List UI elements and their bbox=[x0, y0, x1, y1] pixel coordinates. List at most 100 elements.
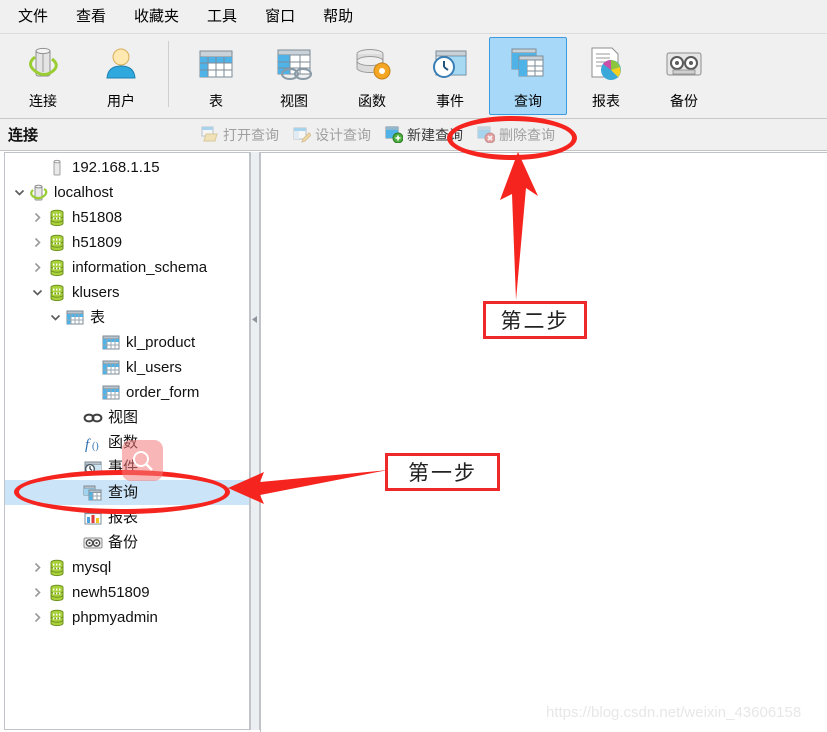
toolbar-button-table[interactable]: 表 bbox=[177, 37, 255, 115]
tree-node-label: 表 bbox=[90, 308, 106, 326]
toolbar-button-connection[interactable]: 连接 bbox=[4, 37, 82, 115]
tree-node[interactable]: information_schema bbox=[5, 255, 249, 280]
chevron-right-icon[interactable] bbox=[29, 210, 45, 226]
tree-node[interactable]: newh51809 bbox=[5, 580, 249, 605]
new-query-icon bbox=[385, 126, 404, 143]
chevron-right-icon[interactable] bbox=[29, 585, 45, 601]
database-icon bbox=[47, 584, 67, 602]
toolbar-label: 报表 bbox=[592, 93, 620, 109]
toolbar-button-event[interactable]: 事件 bbox=[411, 37, 489, 115]
toolbar-label: 备份 bbox=[670, 93, 698, 109]
tree-node[interactable]: 视图 bbox=[5, 405, 249, 430]
sub-toolbar: 连接 打开查询 设计查询 新建查询 删除查询 bbox=[0, 119, 827, 151]
tree-node-label: h51809 bbox=[72, 233, 123, 251]
search-icon bbox=[132, 450, 153, 471]
user-icon bbox=[100, 45, 142, 85]
database-icon bbox=[47, 609, 67, 627]
toolbar-label: 表 bbox=[209, 93, 223, 109]
tree-node[interactable]: h51809 bbox=[5, 230, 249, 255]
toolbar-button-function[interactable]: 函数 bbox=[333, 37, 411, 115]
toolbar-button-view[interactable]: 视图 bbox=[255, 37, 333, 115]
tree-node-label: localhost bbox=[54, 183, 114, 201]
tree-node[interactable]: 表 bbox=[5, 305, 249, 330]
menu-file[interactable]: 文件 bbox=[4, 3, 62, 31]
menu-view[interactable]: 查看 bbox=[62, 3, 120, 31]
tree-node-label: order_form bbox=[126, 383, 200, 401]
database-icon bbox=[47, 209, 67, 227]
chevron-down-icon[interactable] bbox=[11, 185, 27, 201]
tree-node[interactable]: 192.168.1.15 bbox=[5, 155, 249, 180]
tree-node-label: phpmyadmin bbox=[72, 608, 158, 626]
chevron-right-icon[interactable] bbox=[29, 610, 45, 626]
open-query-label: 打开查询 bbox=[223, 126, 280, 143]
table-icon bbox=[65, 309, 85, 327]
connection-tree: 192.168.1.15 localhost h51808 h51809 informa… bbox=[5, 153, 249, 630]
tree-node-label: 视图 bbox=[108, 408, 139, 426]
tree-node[interactable]: klusers bbox=[5, 280, 249, 305]
design-query-label: 设计查询 bbox=[315, 126, 372, 143]
tree-node-label: newh51809 bbox=[72, 583, 150, 601]
design-query-button[interactable]: 设计查询 bbox=[286, 123, 378, 147]
tree-node[interactable]: kl_product bbox=[5, 330, 249, 355]
toolbar-button-query[interactable]: 查询 bbox=[489, 37, 567, 115]
menu-tools[interactable]: 工具 bbox=[193, 3, 251, 31]
tree-node[interactable]: kl_users bbox=[5, 355, 249, 380]
panel-title-connection: 连接 bbox=[8, 127, 39, 144]
tree-node[interactable]: 备份 bbox=[5, 530, 249, 555]
splitter-arrow-up-icon[interactable] bbox=[252, 316, 258, 323]
toolbar-separator bbox=[168, 41, 169, 107]
splitter-arrow-down-icon[interactable] bbox=[252, 492, 258, 499]
table-icon bbox=[101, 384, 121, 402]
annotation-step-one: 第一步 bbox=[385, 453, 500, 491]
toolbar-button-report[interactable]: 报表 bbox=[567, 37, 645, 115]
chevron-down-icon[interactable] bbox=[29, 285, 45, 301]
tree-node[interactable]: localhost bbox=[5, 180, 249, 205]
chevron-right-icon[interactable] bbox=[29, 260, 45, 276]
query-list-area[interactable] bbox=[260, 152, 827, 732]
tree-node[interactable]: order_form bbox=[5, 380, 249, 405]
connection-icon bbox=[22, 45, 64, 85]
table-icon bbox=[101, 359, 121, 377]
design-query-icon bbox=[293, 126, 312, 143]
tree-node-label: klusers bbox=[72, 283, 120, 301]
open-query-button[interactable]: 打开查询 bbox=[194, 123, 286, 147]
svg-text:f: f bbox=[85, 437, 91, 452]
database-icon bbox=[47, 284, 67, 302]
toolbar-label: 查询 bbox=[514, 93, 542, 109]
tree-node-label: kl_users bbox=[126, 358, 182, 376]
splitter-thumb[interactable] bbox=[251, 404, 259, 536]
tree-node[interactable]: h51808 bbox=[5, 205, 249, 230]
backup-icon bbox=[83, 534, 103, 552]
chevron-right-icon[interactable] bbox=[29, 560, 45, 576]
menu-window[interactable]: 窗口 bbox=[251, 3, 309, 31]
tree-node-label: 192.168.1.15 bbox=[72, 158, 160, 176]
backup-icon bbox=[663, 45, 705, 85]
tree-node-label: kl_product bbox=[126, 333, 196, 351]
database-icon bbox=[47, 234, 67, 252]
view-icon bbox=[273, 45, 315, 85]
chevron-down-icon[interactable] bbox=[47, 310, 63, 326]
menu-favorites[interactable]: 收藏夹 bbox=[120, 3, 193, 31]
toolbar-button-backup[interactable]: 备份 bbox=[645, 37, 723, 115]
table-icon bbox=[195, 45, 237, 85]
server-offline-icon bbox=[47, 159, 67, 177]
tree-node-label: information_schema bbox=[72, 258, 208, 276]
tree-node[interactable]: mysql bbox=[5, 555, 249, 580]
function-icon bbox=[351, 45, 393, 85]
search-cursor-overlay bbox=[122, 440, 163, 481]
toolbar-label: 事件 bbox=[436, 93, 464, 109]
chevron-right-icon[interactable] bbox=[29, 235, 45, 251]
toolbar-button-user[interactable]: 用户 bbox=[82, 37, 160, 115]
toolbar-label: 连接 bbox=[29, 93, 57, 109]
menu-help[interactable]: 帮助 bbox=[309, 3, 367, 31]
highlight-ellipse-tree-query bbox=[14, 470, 230, 514]
panel-splitter[interactable] bbox=[250, 152, 260, 730]
tree-node-label: mysql bbox=[72, 558, 112, 576]
database-icon bbox=[47, 259, 67, 277]
tree-node[interactable]: phpmyadmin bbox=[5, 605, 249, 630]
